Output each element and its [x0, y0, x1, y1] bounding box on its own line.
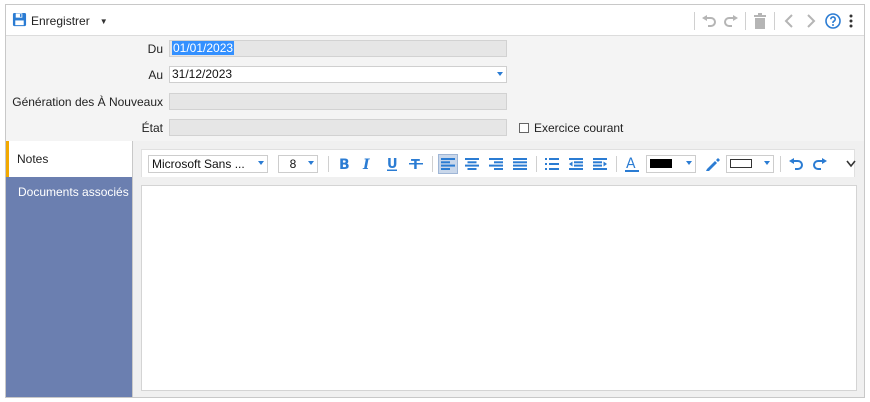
- main-toolbar: Enregistrer ▼: [6, 5, 864, 36]
- exercice-courant-label: Exercice courant: [534, 121, 624, 135]
- chevron-down-icon: [308, 161, 314, 165]
- help-icon[interactable]: [822, 10, 844, 32]
- toolbar-divider: [774, 12, 775, 30]
- chevron-down-icon: [764, 161, 770, 165]
- align-justify-icon[interactable]: [510, 154, 530, 174]
- chevron-down-icon: [686, 161, 692, 165]
- tab-notes[interactable]: Notes: [6, 141, 132, 177]
- bullet-list-icon[interactable]: [542, 154, 562, 174]
- underline-icon[interactable]: U: [382, 154, 402, 174]
- more-vertical-icon[interactable]: [844, 10, 858, 32]
- generation-field[interactable]: [169, 93, 507, 110]
- align-center-icon[interactable]: [462, 154, 482, 174]
- redo-icon[interactable]: [720, 10, 742, 32]
- editor-redo-icon[interactable]: [810, 154, 830, 174]
- tab-documents-associes[interactable]: Documents associés: [18, 185, 129, 199]
- editor-toolbar: Microsoft Sans ... 8 B I U T A: [141, 149, 858, 177]
- toolbar-divider: [780, 156, 781, 172]
- align-right-icon[interactable]: [486, 154, 506, 174]
- toolbar-actions: [691, 10, 858, 32]
- exercice-courant-checkbox[interactable]: Exercice courant: [519, 121, 623, 135]
- au-field[interactable]: 31/12/2023: [169, 66, 507, 83]
- save-button[interactable]: Enregistrer ▼: [12, 11, 108, 31]
- toolbar-divider: [432, 156, 433, 172]
- floppy-disk-icon: [12, 12, 27, 30]
- text-color-select[interactable]: [646, 155, 696, 173]
- toolbar-divider: [694, 12, 695, 30]
- toolbar-expand-chevron-icon[interactable]: [844, 154, 858, 174]
- previous-icon[interactable]: [778, 10, 800, 32]
- svg-text:I: I: [362, 157, 370, 171]
- window-frame: Enregistrer ▼ Du 01/01/2023 Au 31/12/202…: [5, 4, 865, 398]
- undo-icon[interactable]: [698, 10, 720, 32]
- text-color-swatch: [650, 159, 672, 168]
- du-field[interactable]: 01/01/2023: [169, 40, 507, 57]
- save-dropdown-icon[interactable]: ▼: [100, 17, 108, 26]
- etat-label: État: [141, 121, 163, 135]
- strikethrough-icon[interactable]: T: [406, 154, 426, 174]
- au-label: Au: [148, 68, 163, 82]
- chevron-down-icon[interactable]: [497, 72, 503, 76]
- svg-text:B: B: [339, 157, 350, 171]
- toolbar-divider: [536, 156, 537, 172]
- outdent-icon[interactable]: [566, 154, 586, 174]
- trash-icon[interactable]: [749, 10, 771, 32]
- highlight-color-swatch: [730, 159, 752, 168]
- svg-text:U: U: [387, 157, 398, 171]
- font-family-select[interactable]: Microsoft Sans ...: [148, 155, 268, 173]
- editor-undo-icon[interactable]: [786, 154, 806, 174]
- du-label: Du: [147, 42, 163, 56]
- font-size-select[interactable]: 8: [278, 155, 318, 173]
- au-value: 31/12/2023: [172, 67, 233, 81]
- italic-icon[interactable]: I: [358, 154, 378, 174]
- generation-label: Génération des À Nouveaux: [12, 95, 163, 109]
- notes-editor-body[interactable]: [141, 185, 857, 391]
- notes-content: Microsoft Sans ... 8 B I U T A: [132, 141, 864, 397]
- tabs-panel: [6, 141, 132, 397]
- chevron-down-icon: [258, 161, 264, 165]
- checkbox-box[interactable]: [519, 123, 529, 133]
- highlight-color-select[interactable]: [726, 155, 774, 173]
- toolbar-divider: [616, 156, 617, 172]
- highlight-pen-icon[interactable]: [702, 154, 722, 174]
- toolbar-divider: [328, 156, 329, 172]
- next-icon[interactable]: [800, 10, 822, 32]
- bold-icon[interactable]: B: [334, 154, 354, 174]
- font-family-value: Microsoft Sans ...: [152, 157, 245, 171]
- font-size-value: 8: [289, 157, 297, 171]
- toolbar-divider: [745, 12, 746, 30]
- indent-icon[interactable]: [590, 154, 610, 174]
- du-value: 01/01/2023: [172, 41, 235, 55]
- etat-field[interactable]: [169, 119, 507, 136]
- text-color-icon[interactable]: A: [622, 154, 642, 174]
- align-left-icon[interactable]: [438, 154, 458, 174]
- save-button-label: Enregistrer: [31, 14, 90, 28]
- svg-text:A: A: [626, 156, 636, 172]
